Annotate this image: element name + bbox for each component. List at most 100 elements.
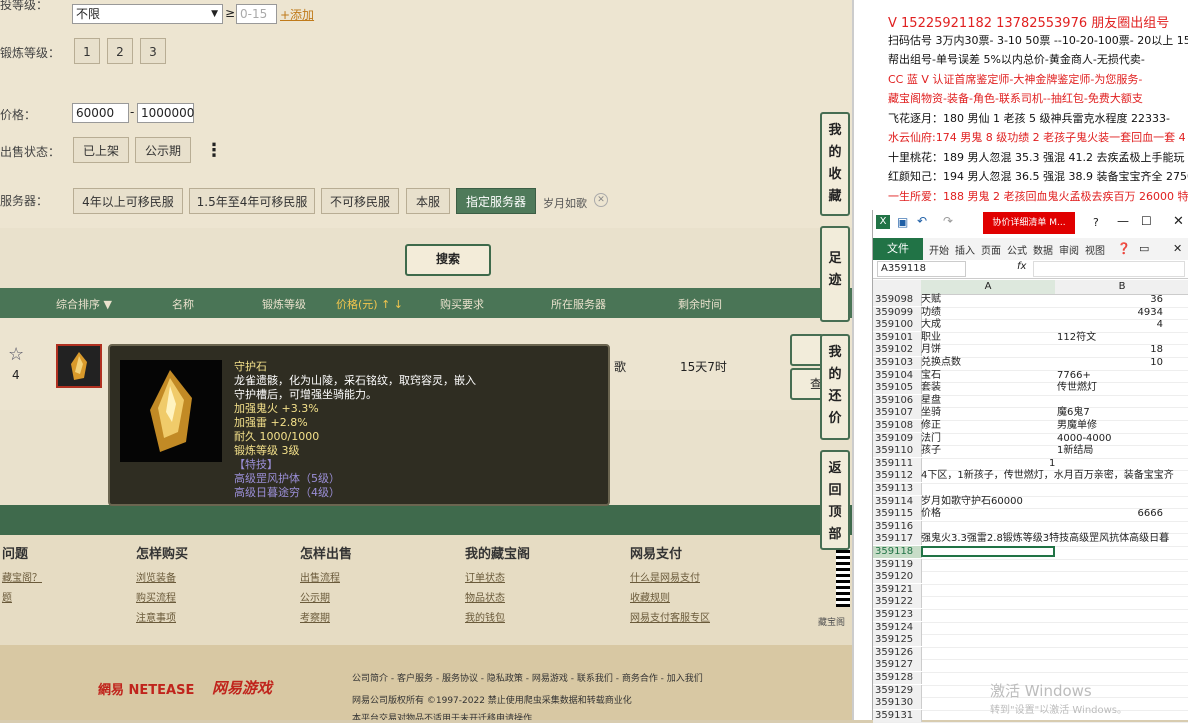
close-icon[interactable]: ✕ [1173,214,1184,229]
cell-b[interactable]: 4000-4000 [1057,433,1112,445]
item-thumbnail[interactable] [56,344,102,388]
footer-link[interactable]: 收藏规则 [630,589,670,604]
sheet-row[interactable]: 359119 [873,558,1188,573]
cell-b[interactable]: 魔6鬼7 [1057,407,1090,419]
level-input[interactable]: 0-15 [236,4,277,24]
cell-a[interactable]: 4下区，1新孩子，传世燃灯，水月百万亲密，装备宝宝齐 [921,470,1174,482]
footer-link[interactable]: 浏览装备 [136,569,176,584]
name-box[interactable]: A359118 [877,261,966,277]
sheet-row[interactable]: 359120 [873,571,1188,585]
redo-icon[interactable]: ↷ [943,214,953,228]
maximize-icon[interactable]: ☐ [1141,214,1152,228]
tab-view[interactable]: 视图 [1085,242,1105,257]
sheet-row[interactable]: 359118 [873,546,1188,560]
sheet-row[interactable]: 359113 [873,483,1188,497]
cell-a[interactable]: 套装 [921,382,941,394]
forge-level-1-button[interactable]: 1 [74,38,100,64]
sort-default-header[interactable]: 综合排序 ▼ [56,296,112,312]
sheet-row[interactable]: 359105 套装 传世燃灯 [873,382,1188,396]
server-no-migrate-button[interactable]: 不可移民服 [321,188,399,214]
footer-link[interactable]: 公示期 [300,589,330,604]
fx-icon[interactable]: fx [1017,261,1026,272]
cell-b[interactable]: 112符文 [1057,332,1096,344]
sheet-row[interactable]: 359110 孩子 1新结局 [873,445,1188,459]
sheet-row[interactable]: 359102 月饼 18 [873,344,1188,358]
footer-link[interactable]: 物品状态 [465,589,505,604]
cell-b[interactable]: 7766+ [1057,370,1091,382]
sheet-row[interactable]: 359122 [873,596,1188,610]
sheet-row[interactable]: 359117 强鬼火3.3强雷2.8锻炼等级3特技高级罡风抗体高级日暮 [873,533,1188,547]
cell-a[interactable]: 法门 [921,433,941,445]
footer-link[interactable]: 题 [2,589,12,604]
sheet-row[interactable]: 359125 [873,634,1188,648]
cell-b[interactable]: 6666 [1057,508,1163,520]
sheet-row[interactable]: 359124 [873,621,1188,636]
sheet-row[interactable]: 359108 修正 男魔单修 [873,420,1188,434]
tab-insert[interactable]: 插入 [955,242,975,257]
cell-a[interactable]: 职业 [921,332,941,344]
status-listed-button[interactable]: 已上架 [73,137,129,163]
tab-review[interactable]: 审阅 [1059,242,1079,257]
footer-link[interactable]: 出售流程 [300,569,340,584]
star-icon[interactable]: ☆ [8,344,24,365]
cell-b[interactable]: 36 [1057,294,1163,306]
cell-a[interactable]: 修正 [921,420,941,432]
my-favorites-tab[interactable]: 我的收藏 [820,112,850,216]
footer-links-line[interactable]: 公司简介 - 客户服务 - 服务协议 - 隐私政策 - 网易游戏 - 联系我们 … [352,671,703,684]
footer-link[interactable]: 购买流程 [136,589,176,604]
cell-b[interactable]: 4934 [1057,307,1163,319]
back-to-top-tab[interactable]: 返回顶部 [820,450,850,550]
footer-link[interactable]: 我的钱包 [465,609,505,624]
cell-a[interactable]: 孩子 [921,445,941,457]
sheet-row[interactable]: 359107 坐骑 魔6鬼7 [873,407,1188,421]
tab-home[interactable]: 开始 [929,242,949,257]
forge-level-2-button[interactable]: 2 [107,38,133,64]
price-sort-header[interactable]: 价格(元) ↑ ↓ [336,296,403,312]
server-specified-button[interactable]: 指定服务器 [456,188,536,214]
help-icon[interactable]: ? [1093,216,1099,229]
sheet-row[interactable]: 359126 [873,646,1188,661]
tab-formula[interactable]: 公式 [1007,242,1027,257]
cell-a[interactable]: 功绩 [921,307,941,319]
cell-b[interactable]: 10 [1057,357,1163,369]
server-4yr-button[interactable]: 4年以上可移民服 [73,188,183,214]
tab-data[interactable]: 数据 [1033,242,1053,257]
sheet-row[interactable]: 359115 价格 6666 [873,508,1188,522]
price-max-input[interactable]: 1000000 [137,103,194,123]
price-min-input[interactable]: 60000 [72,103,129,123]
cell-a[interactable]: 强鬼火3.3强雷2.8锻炼等级3特技高级罡风抗体高级日暮 [921,533,1169,545]
cell-b[interactable]: 1新结局 [1057,445,1093,457]
cell-a[interactable]: 坐骑 [921,407,941,419]
cell-a[interactable]: 天赋 [921,294,941,306]
cell-b[interactable]: 传世燃灯 [1057,382,1097,394]
more-options-icon[interactable]: ⋮ [205,140,223,161]
close-icon[interactable]: ✕ [594,193,608,207]
close-icon[interactable]: ✕ [1173,242,1182,255]
cell-a[interactable]: 兑换点数 [921,357,961,369]
column-a-header[interactable]: A [921,280,1055,294]
cell-a[interactable]: 月饼 [921,344,941,356]
cell-b[interactable]: 4 [1057,319,1163,331]
sheet-row[interactable]: 359121 [873,583,1188,598]
help-circle-icon[interactable]: ❓ [1117,242,1131,255]
server-1-5yr-button[interactable]: 1.5年至4年可移民服 [189,188,315,214]
footer-link[interactable]: 什么是网易支付 [630,569,700,584]
sheet-row[interactable]: 359112 4下区，1新孩子，传世燃灯，水月百万亲密，装备宝宝齐 [873,470,1188,484]
footer-link[interactable]: 藏宝阁？ [2,569,42,584]
sheet-row[interactable]: 359127 [873,659,1188,673]
server-local-button[interactable]: 本服 [406,188,450,214]
cell-a[interactable]: 岁月如歌守护石60000 [921,496,1023,508]
undo-icon[interactable]: ↶ [917,214,927,228]
forge-level-3-button[interactable]: 3 [140,38,166,64]
footprint-tab[interactable]: 足迹 [820,226,850,322]
level-select[interactable]: 不限 ▼ [72,4,223,24]
selected-cell[interactable] [921,546,1055,557]
my-bargain-tab[interactable]: 我的还价 [820,334,850,440]
formula-input[interactable] [1033,261,1185,277]
sheet-row[interactable]: 359103 兑换点数 10 [873,357,1188,371]
footer-link[interactable]: 订单状态 [465,569,505,584]
add-filter-link[interactable]: +添加 [280,6,314,23]
cell-b[interactable]: 1 [1049,458,1055,470]
footer-link[interactable]: 网易支付客服专区 [630,609,710,624]
side-tab-stub[interactable] [790,334,824,366]
